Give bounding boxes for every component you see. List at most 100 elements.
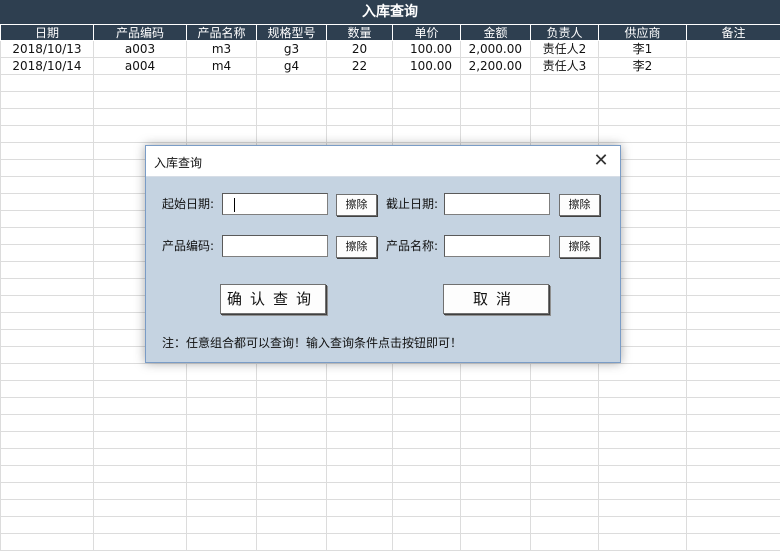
cancel-button[interactable]: 取消 bbox=[443, 284, 549, 314]
table-cell[interactable] bbox=[0, 278, 94, 296]
table-cell[interactable] bbox=[256, 108, 327, 126]
table-cell[interactable] bbox=[686, 74, 780, 92]
table-cell[interactable] bbox=[686, 363, 780, 381]
table-cell[interactable] bbox=[186, 74, 257, 92]
table-cell[interactable] bbox=[93, 397, 187, 415]
table-cell[interactable] bbox=[93, 533, 187, 551]
table-cell[interactable] bbox=[598, 414, 687, 432]
table-cell[interactable] bbox=[256, 516, 327, 534]
table-cell[interactable] bbox=[392, 465, 461, 483]
table-cell[interactable] bbox=[326, 431, 393, 449]
clear-product-name-button[interactable]: 擦除 bbox=[559, 236, 600, 258]
column-header-quantity[interactable]: 数量 bbox=[326, 24, 393, 41]
table-cell[interactable] bbox=[0, 448, 94, 466]
table-cell[interactable] bbox=[0, 176, 94, 194]
table-cell[interactable] bbox=[460, 91, 531, 109]
column-header-supplier[interactable]: 供应商 bbox=[598, 24, 687, 41]
table-cell[interactable] bbox=[256, 448, 327, 466]
table-cell[interactable] bbox=[0, 465, 94, 483]
table-cell[interactable]: 2018/10/13 bbox=[0, 40, 94, 58]
table-cell[interactable] bbox=[686, 91, 780, 109]
table-cell[interactable] bbox=[0, 397, 94, 415]
table-cell[interactable] bbox=[530, 363, 599, 381]
table-cell[interactable] bbox=[460, 414, 531, 432]
table-cell[interactable] bbox=[186, 363, 257, 381]
close-icon[interactable]: ✕ bbox=[590, 150, 612, 172]
table-cell[interactable] bbox=[686, 380, 780, 398]
table-cell[interactable] bbox=[256, 397, 327, 415]
table-cell[interactable] bbox=[0, 91, 94, 109]
clear-end-date-button[interactable]: 擦除 bbox=[559, 194, 600, 216]
table-cell[interactable] bbox=[256, 414, 327, 432]
table-cell[interactable] bbox=[392, 448, 461, 466]
table-cell[interactable] bbox=[256, 125, 327, 143]
table-cell[interactable] bbox=[186, 91, 257, 109]
table-cell[interactable] bbox=[686, 57, 780, 75]
table-cell[interactable] bbox=[686, 261, 780, 279]
column-header-unit-price[interactable]: 单价 bbox=[392, 24, 461, 41]
table-cell[interactable] bbox=[326, 414, 393, 432]
table-cell[interactable]: g3 bbox=[256, 40, 327, 58]
table-cell[interactable]: 责任人2 bbox=[530, 40, 599, 58]
table-cell[interactable] bbox=[0, 329, 94, 347]
table-cell[interactable] bbox=[326, 380, 393, 398]
dialog-title-bar[interactable]: 入库查询 ✕ bbox=[146, 146, 620, 177]
table-cell[interactable] bbox=[686, 244, 780, 262]
table-cell[interactable] bbox=[0, 431, 94, 449]
table-cell[interactable]: a003 bbox=[93, 40, 187, 58]
column-header-spec[interactable]: 规格型号 bbox=[256, 24, 327, 41]
table-cell[interactable] bbox=[530, 499, 599, 517]
table-cell[interactable]: 100.00 bbox=[392, 40, 461, 58]
table-cell[interactable] bbox=[0, 499, 94, 517]
table-cell[interactable] bbox=[326, 465, 393, 483]
table-cell[interactable] bbox=[93, 380, 187, 398]
table-cell[interactable] bbox=[460, 482, 531, 500]
table-cell[interactable] bbox=[686, 329, 780, 347]
table-cell[interactable]: 李2 bbox=[598, 57, 687, 75]
table-cell[interactable] bbox=[326, 397, 393, 415]
clear-start-date-button[interactable]: 擦除 bbox=[336, 194, 377, 216]
table-cell[interactable] bbox=[186, 414, 257, 432]
column-header-product-code[interactable]: 产品编码 bbox=[93, 24, 187, 41]
table-cell[interactable] bbox=[0, 261, 94, 279]
table-cell[interactable] bbox=[326, 448, 393, 466]
table-cell[interactable] bbox=[686, 210, 780, 228]
table-cell[interactable] bbox=[186, 482, 257, 500]
column-header-remark[interactable]: 备注 bbox=[686, 24, 780, 41]
confirm-query-button[interactable]: 确认查询 bbox=[220, 284, 326, 314]
table-cell[interactable] bbox=[93, 91, 187, 109]
table-cell[interactable] bbox=[530, 431, 599, 449]
clear-product-code-button[interactable]: 擦除 bbox=[336, 236, 377, 258]
table-cell[interactable] bbox=[0, 346, 94, 364]
table-cell[interactable] bbox=[93, 465, 187, 483]
table-cell[interactable] bbox=[460, 499, 531, 517]
table-cell[interactable] bbox=[326, 363, 393, 381]
table-cell[interactable] bbox=[93, 499, 187, 517]
end-date-input[interactable] bbox=[444, 193, 550, 215]
table-cell[interactable] bbox=[392, 414, 461, 432]
table-cell[interactable] bbox=[392, 431, 461, 449]
table-cell[interactable] bbox=[686, 346, 780, 364]
table-cell[interactable] bbox=[0, 380, 94, 398]
table-cell[interactable] bbox=[686, 278, 780, 296]
table-cell[interactable] bbox=[93, 108, 187, 126]
table-cell[interactable] bbox=[392, 533, 461, 551]
table-cell[interactable]: 责任人3 bbox=[530, 57, 599, 75]
table-cell[interactable] bbox=[0, 516, 94, 534]
table-cell[interactable] bbox=[530, 380, 599, 398]
table-cell[interactable] bbox=[530, 108, 599, 126]
table-cell[interactable] bbox=[256, 363, 327, 381]
table-cell[interactable] bbox=[530, 482, 599, 500]
table-cell[interactable] bbox=[460, 74, 531, 92]
table-cell[interactable] bbox=[0, 108, 94, 126]
table-cell[interactable] bbox=[326, 108, 393, 126]
table-cell[interactable] bbox=[530, 74, 599, 92]
table-cell[interactable] bbox=[598, 74, 687, 92]
table-cell[interactable] bbox=[460, 397, 531, 415]
table-cell[interactable] bbox=[598, 465, 687, 483]
start-date-input[interactable] bbox=[222, 193, 328, 215]
table-cell[interactable] bbox=[460, 465, 531, 483]
table-cell[interactable] bbox=[0, 312, 94, 330]
table-cell[interactable] bbox=[686, 499, 780, 517]
table-cell[interactable]: 22 bbox=[326, 57, 393, 75]
